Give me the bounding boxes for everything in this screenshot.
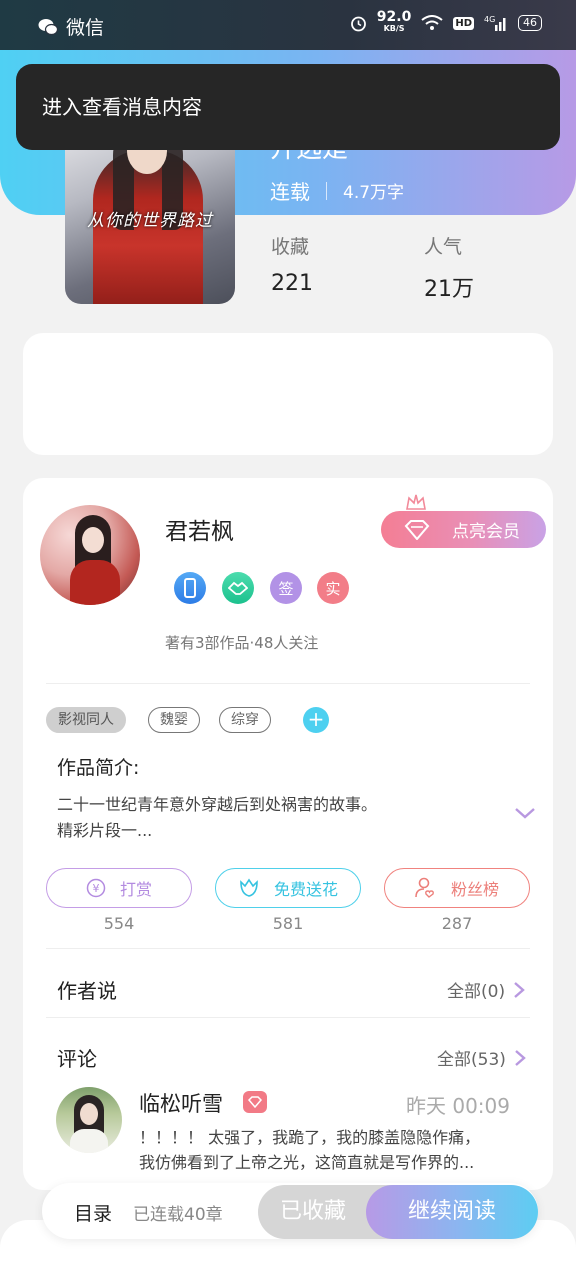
- wechat-icon: [38, 18, 58, 35]
- table-of-contents-button[interactable]: 目录: [74, 1199, 112, 1226]
- chapter-count: 已连载40章: [133, 1205, 223, 1225]
- user-heart-icon: [415, 877, 434, 898]
- fan-ranking-button[interactable]: 粉丝榜: [384, 868, 530, 908]
- intro-line: 精彩片段一...: [57, 821, 153, 840]
- serial-status: 连载: [270, 180, 310, 204]
- tag-character[interactable]: 魏婴: [148, 707, 200, 733]
- send-flower-button[interactable]: 免费送花: [215, 868, 361, 908]
- status-bar: 微信 92.0 KB/S HD 4G 46: [0, 0, 576, 50]
- svg-text:4G: 4G: [484, 15, 495, 24]
- chevron-right-icon: [515, 1049, 526, 1066]
- battery-icon: 46: [518, 15, 542, 31]
- tip-button[interactable]: ¥ 打赏: [46, 868, 192, 908]
- stat-value: 21万: [424, 277, 474, 302]
- status-right: 92.0 KB/S HD 4G 46: [350, 9, 542, 34]
- author-avatar[interactable]: [40, 505, 140, 605]
- tip-count: 554: [103, 914, 135, 933]
- vip-label: 点亮会员: [452, 522, 520, 542]
- comment-text[interactable]: ！！！！ 太强了，我跪了，我的膝盖隐隐作痛， 我仿佛看到了上帝之光，这简直就是写…: [139, 1125, 519, 1175]
- alarm-icon: [350, 16, 366, 31]
- stat-label: 人气: [424, 236, 463, 258]
- flower-icon: [240, 878, 258, 897]
- divider: [46, 948, 530, 949]
- comment-line: ！！！！ 太强了，我跪了，我的膝盖隐隐作痛，: [139, 1128, 481, 1147]
- phone-verified-icon[interactable]: [174, 572, 206, 604]
- notification-app-label: 微信: [66, 17, 105, 39]
- intro-text: 二十一世纪青年意外穿越后到处祸害的故事。 精彩片段一...: [57, 792, 377, 844]
- author-name[interactable]: 君若枫: [165, 512, 234, 546]
- tip-label: 打赏: [119, 880, 152, 899]
- author-says-all-link[interactable]: 全部(0): [447, 977, 525, 1002]
- send-flower-label: 免费送花: [273, 880, 338, 899]
- commenter-robe: [70, 1129, 108, 1153]
- hd-icon: HD: [453, 16, 474, 30]
- avatar-face: [82, 527, 104, 553]
- wifi-icon: [421, 15, 443, 30]
- chevron-down-icon[interactable]: [514, 806, 536, 820]
- intro-title: 作品简介:: [57, 757, 140, 779]
- add-tag-button[interactable]: +: [303, 707, 329, 733]
- author-says-link-label: 全部(0): [447, 982, 506, 1002]
- real-name-badge[interactable]: 实: [317, 572, 349, 604]
- stat-label: 收藏: [271, 236, 310, 258]
- avatar-robe: [70, 560, 120, 605]
- handshake-icon[interactable]: [222, 572, 254, 604]
- yen-coin-icon: ¥: [86, 878, 106, 898]
- diamond-badge-icon: [243, 1091, 267, 1113]
- message-toast[interactable]: 进入查看消息内容: [16, 64, 560, 150]
- stat-favorites: 收藏 221: [271, 232, 313, 296]
- signed-badge[interactable]: 签: [270, 572, 302, 604]
- fan-count: 287: [441, 914, 473, 933]
- flower-count: 581: [272, 914, 304, 933]
- svg-text:¥: ¥: [92, 882, 99, 895]
- intro-line: 二十一世纪青年意外穿越后到处祸害的故事。: [57, 795, 378, 814]
- commenter-name[interactable]: 临松听雪: [139, 1088, 223, 1118]
- comments-title: 评论: [57, 1047, 97, 1071]
- status-left: 微信: [38, 13, 104, 40]
- commenter-face: [80, 1103, 98, 1125]
- stat-value: 221: [271, 271, 313, 296]
- author-meta: 著有3部作品·48人关注: [165, 634, 319, 652]
- cover-title: 从你的世界路过: [87, 211, 213, 231]
- blank-card: [23, 333, 553, 455]
- word-count: 4.7万字: [343, 183, 405, 203]
- crown-icon: [406, 494, 426, 510]
- fan-ranking-label: 粉丝榜: [450, 880, 499, 899]
- diamond-icon: [404, 520, 430, 540]
- commenter-avatar[interactable]: [56, 1087, 122, 1153]
- network-speed: 92.0 KB/S: [376, 9, 412, 33]
- tag-genre[interactable]: 影视同人: [46, 707, 126, 733]
- tag-crossover[interactable]: 综穿: [219, 707, 271, 733]
- author-says-title: 作者说: [57, 979, 117, 1003]
- book-meta: 连载 4.7万字: [270, 176, 404, 205]
- chevron-right-icon: [514, 981, 525, 998]
- comments-link-label: 全部(53): [437, 1050, 506, 1070]
- meta-divider: [326, 181, 327, 200]
- vip-button[interactable]: 点亮会员: [381, 511, 546, 548]
- comment-line: 我仿佛看到了上帝之光，这简直就是写作界的...: [139, 1153, 475, 1172]
- divider: [46, 1017, 530, 1018]
- comments-all-link[interactable]: 全部(53): [437, 1045, 526, 1070]
- divider: [46, 683, 530, 684]
- signal-icon: 4G: [484, 15, 506, 31]
- continue-reading-button[interactable]: 继续阅读: [366, 1185, 538, 1239]
- stat-popularity: 人气 21万: [424, 232, 474, 303]
- comment-time: 昨天 00:09: [406, 1094, 510, 1118]
